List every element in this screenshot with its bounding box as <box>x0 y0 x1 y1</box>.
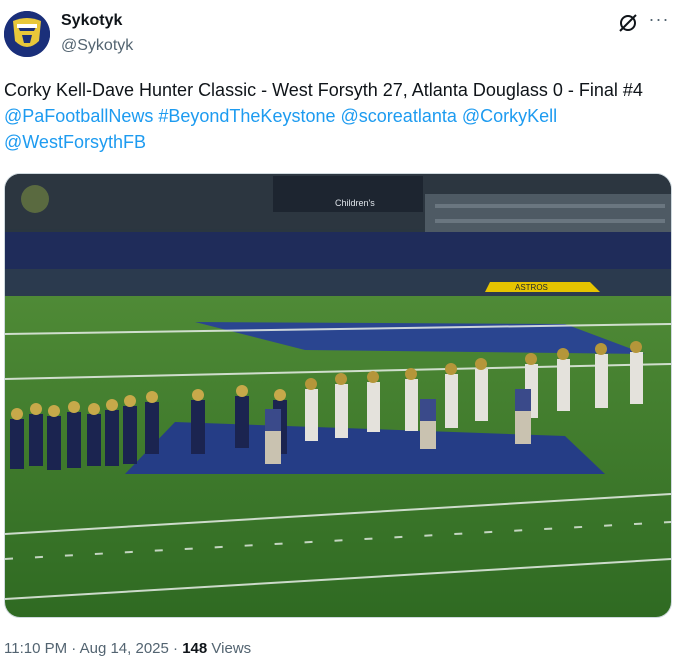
views-count: 148 <box>182 640 208 657</box>
avatar[interactable] <box>4 11 50 57</box>
hashtag-beyondthekeystone[interactable]: #BeyondTheKeystone <box>158 106 335 126</box>
tweet-photo[interactable]: Children's ASTROS <box>4 173 672 618</box>
mention-corkykell[interactable]: @CorkyKell <box>462 106 557 126</box>
grok-icon[interactable] <box>617 12 639 34</box>
tweet-meta: 11:10 PM · Aug 14, 2025 · 148 Views <box>4 640 251 657</box>
meta-separator: · <box>168 640 183 657</box>
tweet-date[interactable]: Aug 14, 2025 <box>80 640 169 657</box>
author-handle[interactable]: @Sykotyk <box>61 37 133 55</box>
sign-childrens: Children's <box>335 198 375 208</box>
avatar-logo-icon <box>4 11 50 57</box>
football-field-photo: Children's ASTROS <box>5 174 671 617</box>
tweet-body: Corky Kell-Dave Hunter Classic - West Fo… <box>4 80 643 100</box>
mention-pafootballnews[interactable]: @PaFootballNews <box>4 106 153 126</box>
tweet-time[interactable]: 11:10 PM <box>4 640 67 657</box>
mention-scoreatlanta[interactable]: @scoreatlanta <box>341 106 457 126</box>
sign-astros: ASTROS <box>515 283 548 292</box>
mention-westforsythfb[interactable]: @WestForsythFB <box>4 132 146 152</box>
author-display-name[interactable]: Sykotyk <box>61 12 122 30</box>
tweet-text: Corky Kell-Dave Hunter Classic - West Fo… <box>4 77 664 155</box>
views-label: Views <box>211 640 252 657</box>
more-icon[interactable]: ··· <box>648 8 670 30</box>
meta-separator: · <box>67 640 80 657</box>
